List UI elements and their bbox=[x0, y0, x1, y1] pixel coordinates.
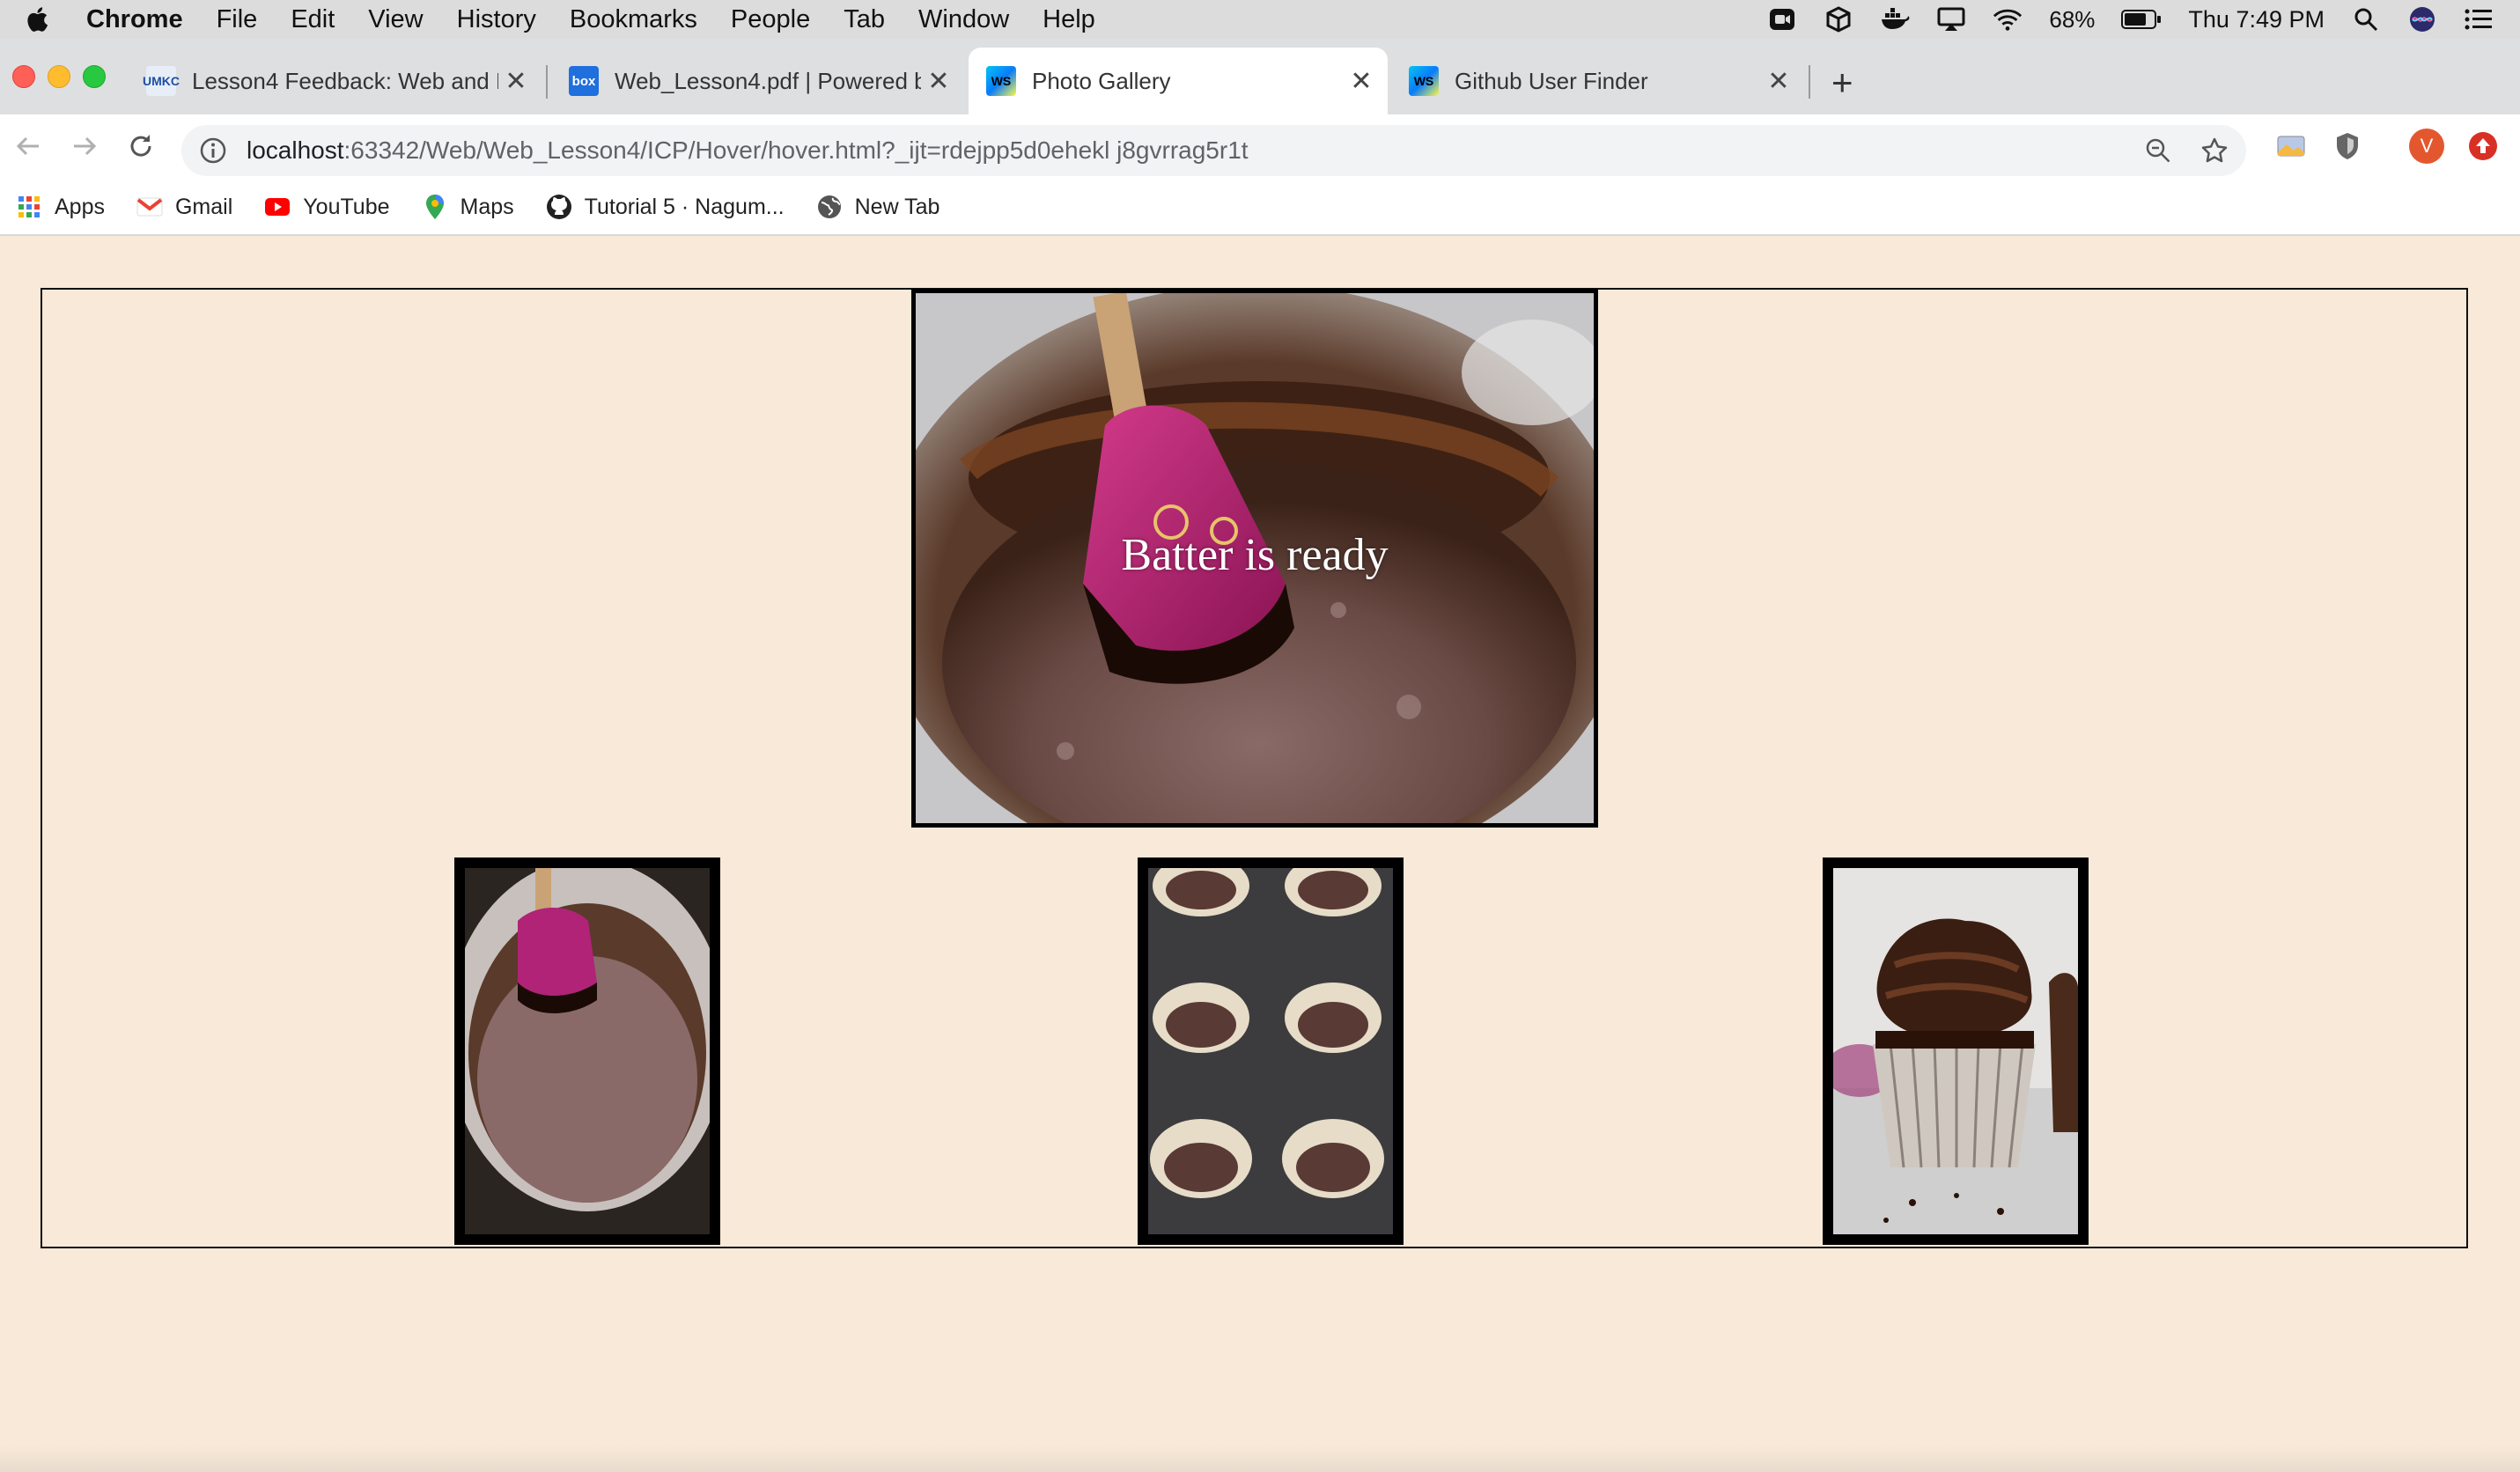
tab-close-icon[interactable]: ✕ bbox=[1761, 66, 1796, 97]
globe-icon bbox=[816, 194, 843, 220]
tab-title: Web_Lesson4.pdf | Powered by bbox=[615, 67, 921, 94]
bookmark-label: Gmail bbox=[174, 194, 233, 219]
browser-toolbar: localhost:63342/Web/Web_Lesson4/ICP/Hove… bbox=[0, 114, 2520, 180]
apple-icon[interactable] bbox=[25, 6, 49, 33]
maps-pin-icon bbox=[422, 194, 448, 220]
wifi-icon[interactable] bbox=[1993, 6, 2023, 33]
address-bar[interactable]: localhost:63342/Web/Web_Lesson4/ICP/Hove… bbox=[181, 125, 2246, 176]
menu-file[interactable]: File bbox=[217, 5, 258, 34]
webstorm-icon: WS bbox=[986, 66, 1016, 96]
thumbnail-batter-bowl[interactable] bbox=[454, 857, 720, 1245]
extension-image-icon[interactable] bbox=[2273, 129, 2309, 164]
box-icon: box bbox=[569, 66, 599, 96]
bookmarks-bar: Apps Gmail YouTube Maps Tutorial 5 · Nag… bbox=[0, 180, 2520, 236]
webstorm-icon: WS bbox=[1409, 66, 1439, 96]
tab-title: Lesson4 Feedback: Web and M bbox=[192, 67, 498, 94]
menu-clock[interactable]: Thu 7:49 PM bbox=[2188, 6, 2325, 33]
docker-icon[interactable] bbox=[1880, 6, 1910, 33]
menu-history[interactable]: History bbox=[457, 5, 536, 34]
zoom-icon[interactable] bbox=[2141, 133, 2176, 168]
tab-close-icon[interactable]: ✕ bbox=[921, 66, 956, 97]
bookmark-label: Apps bbox=[55, 194, 105, 219]
bookmark-label: YouTube bbox=[303, 194, 390, 219]
gmail-icon bbox=[136, 194, 163, 220]
thumbnail-image bbox=[1833, 868, 2078, 1234]
battery-icon[interactable] bbox=[2121, 6, 2162, 33]
bookmark-label: Tutorial 5 · Nagum... bbox=[584, 194, 785, 219]
window-bottom-shadow bbox=[0, 1446, 2520, 1472]
reload-icon[interactable] bbox=[125, 130, 157, 162]
main-photo-caption: Batter is ready bbox=[1121, 530, 1389, 580]
tab-photo-gallery[interactable]: WS Photo Gallery ✕ bbox=[969, 48, 1388, 114]
thumbnail-image bbox=[1148, 868, 1393, 1234]
youtube-icon bbox=[264, 194, 291, 220]
tab-close-icon[interactable]: ✕ bbox=[1344, 66, 1379, 97]
tab-lesson4-feedback[interactable]: UMKC Lesson4 Feedback: Web and M ✕ bbox=[129, 48, 542, 114]
thumbnail-cupcake-liners[interactable] bbox=[1138, 857, 1404, 1245]
menu-view[interactable]: View bbox=[368, 5, 423, 34]
menu-edit[interactable]: Edit bbox=[291, 5, 335, 34]
bookmark-youtube[interactable]: YouTube bbox=[264, 194, 390, 220]
tab-github-user-finder[interactable]: WS Github User Finder ✕ bbox=[1391, 48, 1805, 114]
profile-avatar[interactable]: V bbox=[2409, 129, 2444, 164]
box-cube-icon[interactable] bbox=[1824, 6, 1853, 33]
spotlight-search-icon[interactable] bbox=[2351, 6, 2381, 33]
tab-title: Github User Finder bbox=[1455, 67, 1648, 94]
bookmark-label: New Tab bbox=[854, 194, 940, 219]
thumbnail-frosted-cupcake[interactable] bbox=[1823, 857, 2089, 1245]
menu-app-name[interactable]: Chrome bbox=[86, 5, 183, 34]
update-arrow-icon[interactable] bbox=[2465, 129, 2501, 164]
battery-percent: 68% bbox=[2049, 5, 2096, 33]
apps-grid-icon bbox=[16, 194, 42, 220]
bookmark-label: Maps bbox=[460, 194, 514, 219]
tab-strip: UMKC Lesson4 Feedback: Web and M ✕ box W… bbox=[0, 39, 2520, 114]
menu-people[interactable]: People bbox=[731, 5, 810, 34]
menu-tab[interactable]: Tab bbox=[844, 5, 885, 34]
main-photo-frame[interactable]: Batter is ready bbox=[911, 289, 1598, 828]
bookmark-new-tab[interactable]: New Tab bbox=[816, 194, 940, 220]
menu-window[interactable]: Window bbox=[918, 5, 1009, 34]
siri-icon[interactable] bbox=[2407, 6, 2437, 33]
tab-close-icon[interactable]: ✕ bbox=[498, 66, 534, 97]
forward-arrow-icon[interactable] bbox=[69, 130, 100, 162]
video-camera-icon[interactable] bbox=[1767, 6, 1797, 33]
bookmark-star-icon[interactable] bbox=[2197, 133, 2232, 168]
bookmark-gmail[interactable]: Gmail bbox=[136, 194, 232, 220]
extension-shield-icon[interactable] bbox=[2330, 129, 2365, 164]
window-zoom-button[interactable] bbox=[83, 65, 106, 88]
bookmark-tutorial5[interactable]: Tutorial 5 · Nagum... bbox=[546, 194, 785, 220]
tab-title: Photo Gallery bbox=[1032, 67, 1171, 94]
github-icon bbox=[546, 194, 572, 220]
bookmark-apps[interactable]: Apps bbox=[16, 194, 105, 220]
menu-bookmarks[interactable]: Bookmarks bbox=[570, 5, 697, 34]
macos-menu-bar: Chrome File Edit View History Bookmarks … bbox=[0, 0, 2520, 39]
tab-separator bbox=[1809, 65, 1810, 99]
new-tab-plus-icon[interactable]: + bbox=[1831, 62, 1853, 104]
url-host: localhost bbox=[247, 136, 344, 164]
tab-web-lesson4-pdf[interactable]: box Web_Lesson4.pdf | Powered by ✕ bbox=[551, 48, 965, 114]
window-minimize-button[interactable] bbox=[48, 65, 70, 88]
menu-help[interactable]: Help bbox=[1043, 5, 1095, 34]
url-path: :63342/Web/Web_Lesson4/ICP/Hover/hover.h… bbox=[343, 136, 1249, 164]
back-arrow-icon[interactable] bbox=[12, 130, 44, 162]
bookmark-maps[interactable]: Maps bbox=[422, 194, 514, 220]
site-info-icon[interactable] bbox=[199, 136, 227, 165]
notification-center-icon[interactable] bbox=[2464, 6, 2494, 33]
window-close-button[interactable] bbox=[12, 65, 35, 88]
url-text[interactable]: localhost:63342/Web/Web_Lesson4/ICP/Hove… bbox=[247, 136, 1249, 165]
airplay-icon[interactable] bbox=[1936, 6, 1966, 33]
umkc-icon: UMKC bbox=[143, 66, 180, 96]
tab-separator bbox=[546, 65, 548, 99]
thumbnail-image bbox=[465, 868, 710, 1234]
